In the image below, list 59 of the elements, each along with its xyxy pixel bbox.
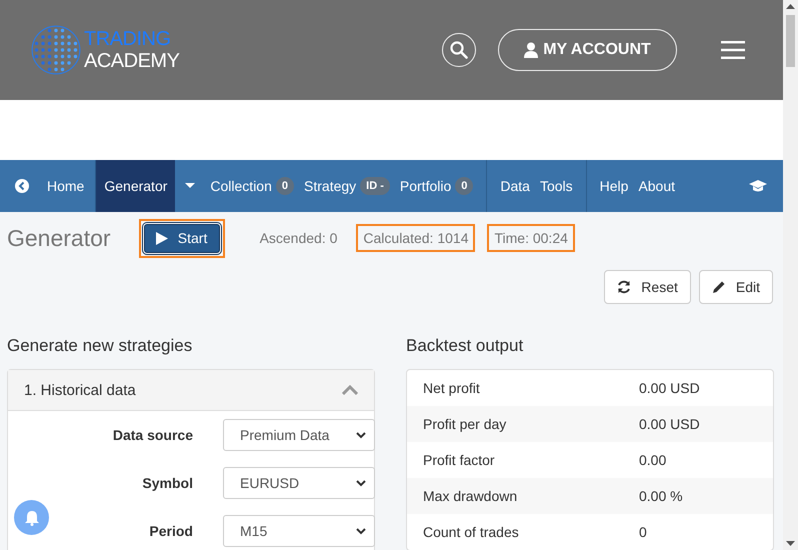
table-cell-text: Net profit	[423, 380, 481, 396]
chevron-down-icon	[356, 480, 366, 486]
nav-item[interactable]: Strategy ID -	[299, 160, 395, 212]
select-field[interactable]: M15	[223, 515, 375, 547]
table-cell-text: 0.00 USD	[639, 380, 701, 396]
stat-text: Time: 00:24	[487, 224, 575, 252]
table-cell-text: Max drawdown	[423, 488, 518, 504]
panel-header[interactable]: 1. Historical data	[8, 370, 374, 411]
start-button[interactable]: Start	[144, 224, 220, 252]
table-cell-text: Count of trades	[423, 524, 520, 540]
reset-button[interactable]: Reset	[604, 270, 691, 304]
scrollbar[interactable]	[783, 0, 798, 550]
table-cell-text: 0.00 USD	[639, 416, 701, 432]
search-icon	[450, 41, 468, 59]
table-cell-text: Profit per day	[423, 416, 508, 432]
panel-title: 1. Historical data	[24, 382, 136, 398]
table-cell-text: Profit factor	[423, 452, 496, 468]
chevron-down-icon	[356, 528, 366, 534]
my-account-button[interactable]: MY ACCOUNT	[498, 29, 677, 71]
edit-button[interactable]: Edit	[698, 270, 773, 304]
user-icon	[524, 42, 538, 58]
chevron-down-icon	[356, 432, 366, 438]
stat-text: Ascended: 0	[258, 229, 338, 248]
table-cell-text: 0.00	[639, 452, 668, 468]
nav-item[interactable]: Tools	[534, 160, 578, 212]
graduation-cap-icon[interactable]	[749, 179, 767, 193]
field-label: Data source	[112, 427, 193, 443]
select-field[interactable]: Premium Data	[223, 419, 375, 451]
stat-text: Calculated: 1014	[356, 224, 476, 252]
nav-item[interactable]: Collection 0	[205, 160, 300, 212]
play-icon	[156, 232, 168, 244]
table-cell-text: 0.00 %	[639, 488, 684, 504]
scrollbar-thumb[interactable]	[786, 15, 795, 67]
field-label: Period	[148, 523, 193, 539]
bell-icon	[24, 510, 38, 526]
page-title: Generator	[7, 224, 111, 252]
nav-item[interactable]: About	[633, 160, 680, 212]
scroll-down-icon[interactable]	[786, 541, 795, 546]
nav-item[interactable]: Home	[10, 160, 90, 212]
globe-logo-icon	[30, 24, 82, 76]
menu-icon	[721, 41, 745, 59]
nav-item[interactable]: Help	[594, 160, 634, 212]
section-title: Generate new strategies	[7, 336, 194, 356]
scroll-up-icon[interactable]	[786, 4, 795, 9]
nav-item[interactable]: Generator	[95, 160, 176, 212]
select-field[interactable]: EURUSD	[223, 467, 375, 499]
nav-item[interactable]: Portfolio 0	[394, 160, 478, 212]
field-label: Symbol	[141, 475, 193, 491]
logo-text: TRADING	[84, 28, 172, 50]
menu-button[interactable]	[721, 41, 745, 59]
pencil-icon	[712, 280, 726, 294]
refresh-icon	[617, 280, 632, 294]
section-title: Backtest output	[406, 336, 524, 356]
chevron-up-icon[interactable]	[342, 385, 358, 395]
table-cell-text: 0	[639, 524, 648, 540]
nav-item[interactable]: Data	[495, 160, 535, 212]
search-button[interactable]	[442, 33, 476, 67]
logo-text: ACADEMY	[84, 50, 180, 72]
caret-icon	[185, 183, 196, 189]
